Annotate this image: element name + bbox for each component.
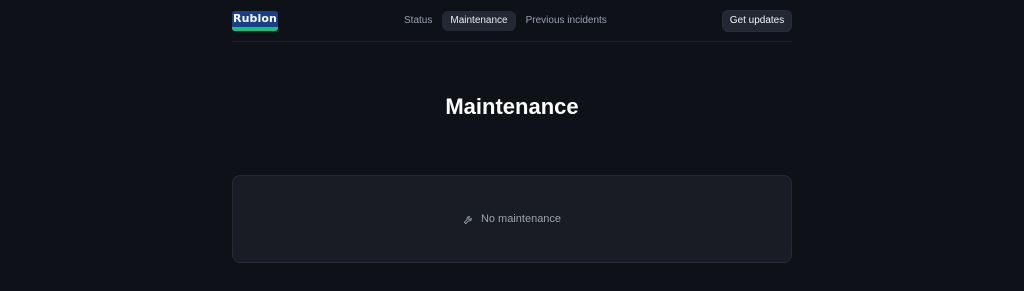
top-header: Rublon Status Maintenance Previous incid… [232, 0, 792, 42]
main-nav: Status Maintenance Previous incidents [396, 11, 615, 31]
status-page: Rublon Status Maintenance Previous incid… [0, 0, 1024, 291]
nav-item-previous-incidents[interactable]: Previous incidents [518, 11, 615, 31]
brand-logo[interactable]: Rublon [232, 11, 278, 31]
maintenance-panel: No maintenance [232, 175, 792, 263]
empty-state-label: No maintenance [480, 213, 562, 225]
wrench-icon [463, 215, 472, 224]
brand-logo-bar [232, 27, 278, 31]
empty-state: No maintenance [463, 213, 561, 225]
nav-item-maintenance[interactable]: Maintenance [442, 11, 516, 31]
page-title: Maintenance [445, 94, 579, 119]
get-updates-button[interactable]: Get updates [722, 10, 792, 32]
brand-logo-text: Rublon [233, 12, 277, 25]
nav-item-status[interactable]: Status [396, 11, 440, 31]
